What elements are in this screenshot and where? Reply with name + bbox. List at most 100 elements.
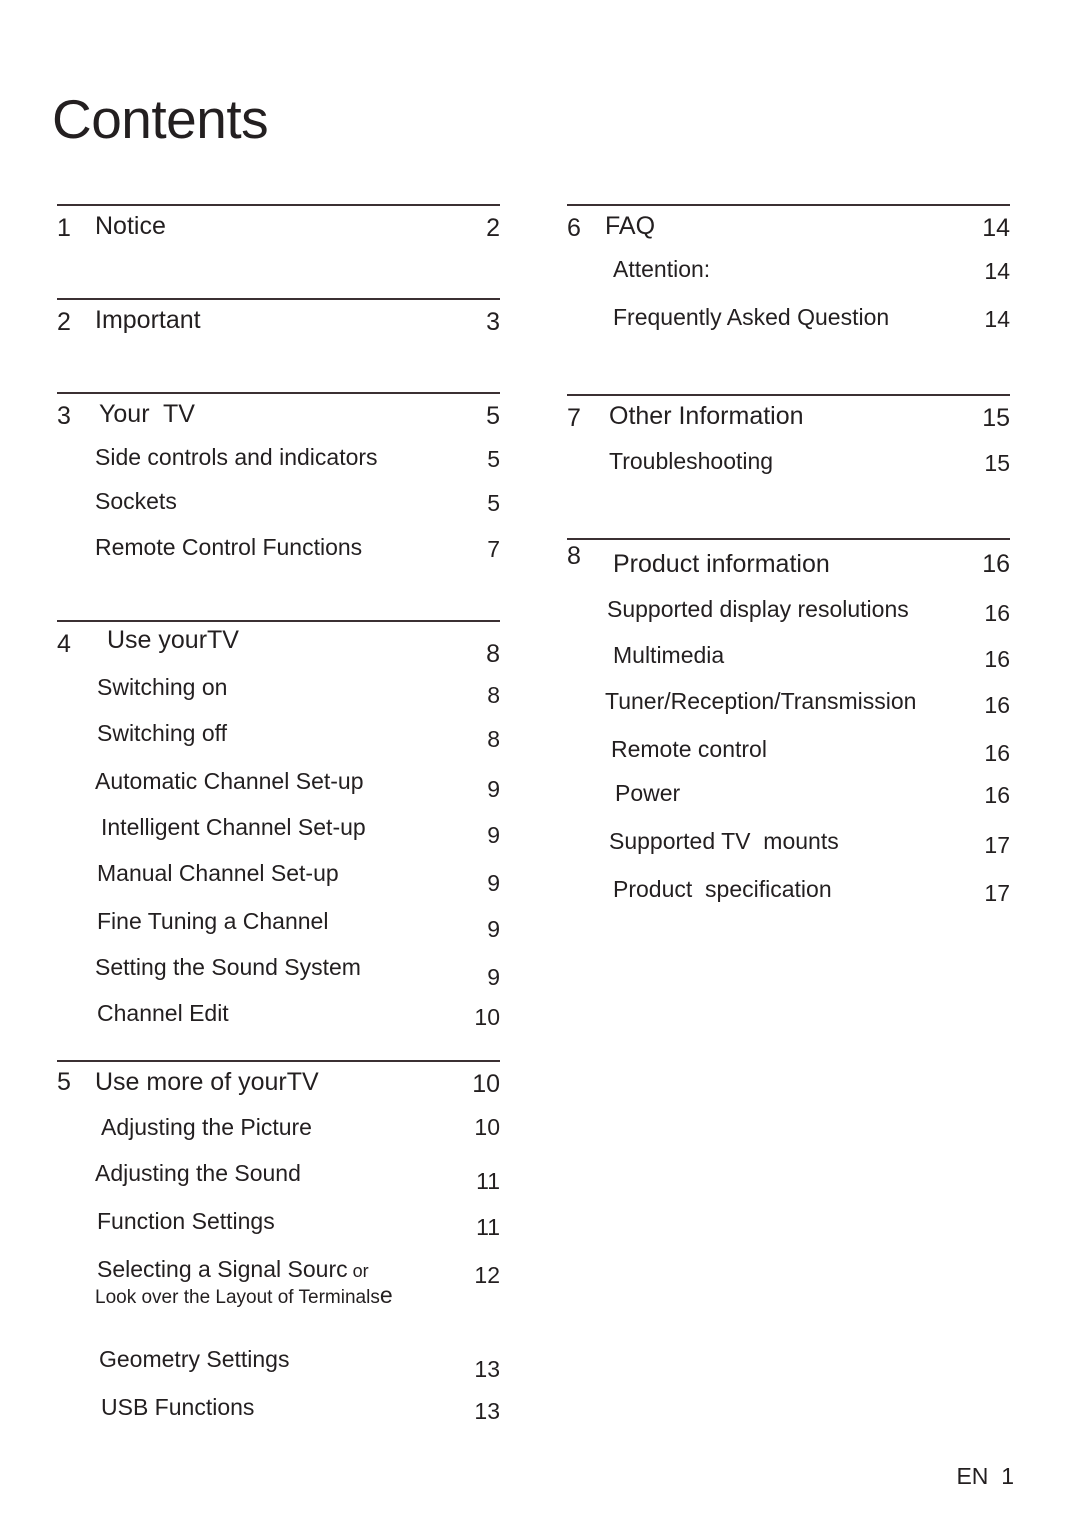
toc-sub-entry[interactable]: Supported TV mounts 17 xyxy=(565,818,1010,864)
toc-page-number: 17 xyxy=(984,880,1010,906)
toc-section-entry[interactable]: 7 Other Information 15 xyxy=(565,396,1010,444)
toc-group: 1 Notice 2 xyxy=(55,204,500,254)
toc-entry-label-suffix: e xyxy=(379,1282,393,1308)
section-number: 2 xyxy=(57,308,71,336)
toc-sub-entry[interactable]: Switching off 8 xyxy=(55,716,500,762)
toc-sub-entry[interactable]: Adjusting the Picture 10 xyxy=(55,1110,500,1156)
toc-page-number: 12 xyxy=(474,1262,500,1288)
toc-page-number: 13 xyxy=(474,1398,500,1424)
toc-page-number: 9 xyxy=(487,916,500,942)
toc-page-number: 5 xyxy=(487,490,500,516)
toc-group: 6 FAQ 14 Attention: 14 Frequently Asked Quest… xyxy=(565,204,1010,346)
toc-sub-entry[interactable]: Side controls and indicators 5 xyxy=(55,442,500,488)
toc-entry-label-text: Attention: xyxy=(613,256,711,282)
toc-entry-label: Adjusting the Picture xyxy=(101,1114,312,1141)
toc-entry-label-text: Important xyxy=(95,306,201,334)
toc-section-entry[interactable]: 5 Use more of yourTV 10 xyxy=(55,1062,500,1110)
toc-sub-entry[interactable]: USB Functions 13 xyxy=(55,1386,500,1432)
toc-section-entry[interactable]: 8 Product information 16 xyxy=(565,540,1010,588)
toc-entry-label: Use yourTV xyxy=(107,626,239,655)
toc-entry-label-text: USB Functions xyxy=(101,1394,255,1420)
toc-page-number: 3 xyxy=(486,308,500,336)
toc-group: 7 Other Information 15 Troubleshooting 15 xyxy=(565,394,1010,490)
toc-entry-label: Notice xyxy=(95,212,166,241)
toc-entry-label-text: Intelligent Channel Set-up xyxy=(101,814,366,840)
toc-entry-label-text: Fine Tuning a Channel xyxy=(97,908,329,934)
toc-entry-label: Fine Tuning a Channel xyxy=(97,908,328,935)
toc-entry-label-text: Other Information xyxy=(609,402,804,430)
toc-page-number: 16 xyxy=(984,692,1010,718)
section-number: 6 xyxy=(567,214,581,242)
toc-sub-entry[interactable]: Tuner/Reception/Transmission 16 xyxy=(565,680,1010,726)
toc-sub-entry[interactable]: Setting the Sound System 9 xyxy=(55,946,500,992)
toc-sub-entry[interactable]: Sockets 5 xyxy=(55,488,500,534)
toc-entry-label: FAQ xyxy=(605,212,655,241)
toc-sub-entry[interactable]: Supported display resolutions 16 xyxy=(565,588,1010,634)
toc-entry-label: Remote control xyxy=(611,736,767,763)
section-number: 7 xyxy=(567,404,581,432)
toc-page-number: 16 xyxy=(984,782,1010,808)
toc-section-entry[interactable]: 2 Important 3 xyxy=(55,300,500,348)
toc-sub-entry[interactable]: Intelligent Channel Set-up 9 xyxy=(55,808,500,854)
toc-sub-entry[interactable]: Switching on 8 xyxy=(55,670,500,716)
toc-entry-label-suffix: or xyxy=(347,1261,369,1281)
toc-sub-entry[interactable]: Troubleshooting 15 xyxy=(565,444,1010,490)
toc-entry-label-text: Switching off xyxy=(97,720,227,746)
toc-entry-label: Product specification xyxy=(613,876,832,903)
toc-entry-label-text: Supported TV mounts xyxy=(609,828,839,854)
toc-entry-label: USB Functions xyxy=(101,1394,254,1421)
toc-sub-entry[interactable]: Remote Control Functions 7 xyxy=(55,534,500,580)
toc-page-number: 5 xyxy=(487,446,500,472)
toc-sub-entry[interactable]: Channel Edit 10 xyxy=(55,992,500,1038)
toc-sub-entry[interactable]: Power 16 xyxy=(565,772,1010,818)
toc-page-number: 15 xyxy=(982,404,1010,432)
toc-entry-label: Supported TV mounts xyxy=(609,828,839,855)
toc-entry-label-text: Troubleshooting xyxy=(609,448,774,474)
toc-sub-entry[interactable]: Automatic Channel Set-up 9 xyxy=(55,762,500,808)
toc-column-left: 1 Notice 2 2 Important 3 3 Your TV 5 Side control… xyxy=(55,204,505,1432)
toc-group: 2 Important 3 xyxy=(55,298,500,348)
toc-sub-entry[interactable]: Attention: 14 xyxy=(565,254,1010,300)
toc-entry-label: Attention: xyxy=(613,256,710,283)
toc-sub-entry[interactable]: Product specification 17 xyxy=(565,864,1010,910)
toc-sub-entry[interactable]: Remote control 16 xyxy=(565,726,1010,772)
toc-sub-entry[interactable]: Fine Tuning a Channel 9 xyxy=(55,900,500,946)
toc-sub-entry[interactable]: Frequently Asked Question 14 xyxy=(565,300,1010,346)
toc-page-number: 2 xyxy=(486,214,500,242)
toc-section-entry[interactable]: 1 Notice 2 xyxy=(55,206,500,254)
toc-section-entry[interactable]: 3 Your TV 5 xyxy=(55,394,500,442)
toc-entry-label: Intelligent Channel Set-up xyxy=(101,814,366,841)
toc-sub-entry[interactable]: Adjusting the Sound 11 xyxy=(55,1156,500,1202)
toc-page-number: 11 xyxy=(476,1168,500,1194)
toc-entry-label-text: Multimedia xyxy=(613,642,725,668)
toc-entry-label: Your TV xyxy=(99,400,195,429)
section-number: 5 xyxy=(57,1068,71,1096)
toc-page-number: 16 xyxy=(984,740,1010,766)
toc-entry-label: Side controls and indicators xyxy=(95,444,378,471)
toc-entry-label-text: Product specification xyxy=(613,876,832,902)
toc-entry-label-text: Adjusting the Picture xyxy=(101,1114,312,1140)
toc-section-entry[interactable]: 6 FAQ 14 xyxy=(565,206,1010,254)
toc-page-number: 16 xyxy=(984,646,1010,672)
toc-entry-label: Supported display resolutions xyxy=(607,596,909,623)
toc-entry-label: Automatic Channel Set-up xyxy=(95,768,364,795)
toc-page-number: 13 xyxy=(474,1356,500,1382)
toc-page-number: 9 xyxy=(487,870,500,896)
toc-group: 5 Use more of yourTV 10 Adjusting the Pictu… xyxy=(55,1060,500,1432)
toc-entry-label-text: Selecting a Signal Sourc xyxy=(97,1256,348,1282)
toc-entry-label-text: Use more of yourTV xyxy=(95,1068,319,1096)
toc-group: 8 Product information 16 Supported display … xyxy=(565,538,1010,910)
toc-sub-entry[interactable]: Look over the Layout of Terminalse xyxy=(55,1282,500,1340)
toc-entry-label-text: Use yourTV xyxy=(107,626,239,654)
toc-sub-entry[interactable]: Geometry Settings 13 xyxy=(55,1340,500,1386)
toc-sub-entry[interactable]: Multimedia 16 xyxy=(565,634,1010,680)
toc-page-number: 10 xyxy=(472,1070,500,1098)
toc-sub-entry[interactable]: Manual Channel Set-up 9 xyxy=(55,854,500,900)
toc-entry-label-text: Channel Edit xyxy=(97,1000,229,1026)
toc-sub-entry[interactable]: Function Settings 11 xyxy=(55,1202,500,1248)
toc-entry-label-text: Switching on xyxy=(97,674,228,700)
toc-page-number: 11 xyxy=(476,1214,500,1240)
toc-page-number: 9 xyxy=(487,822,500,848)
toc-section-entry[interactable]: 4 Use yourTV 8 xyxy=(55,622,500,670)
toc-entry-label-text: Setting the Sound System xyxy=(95,954,361,980)
